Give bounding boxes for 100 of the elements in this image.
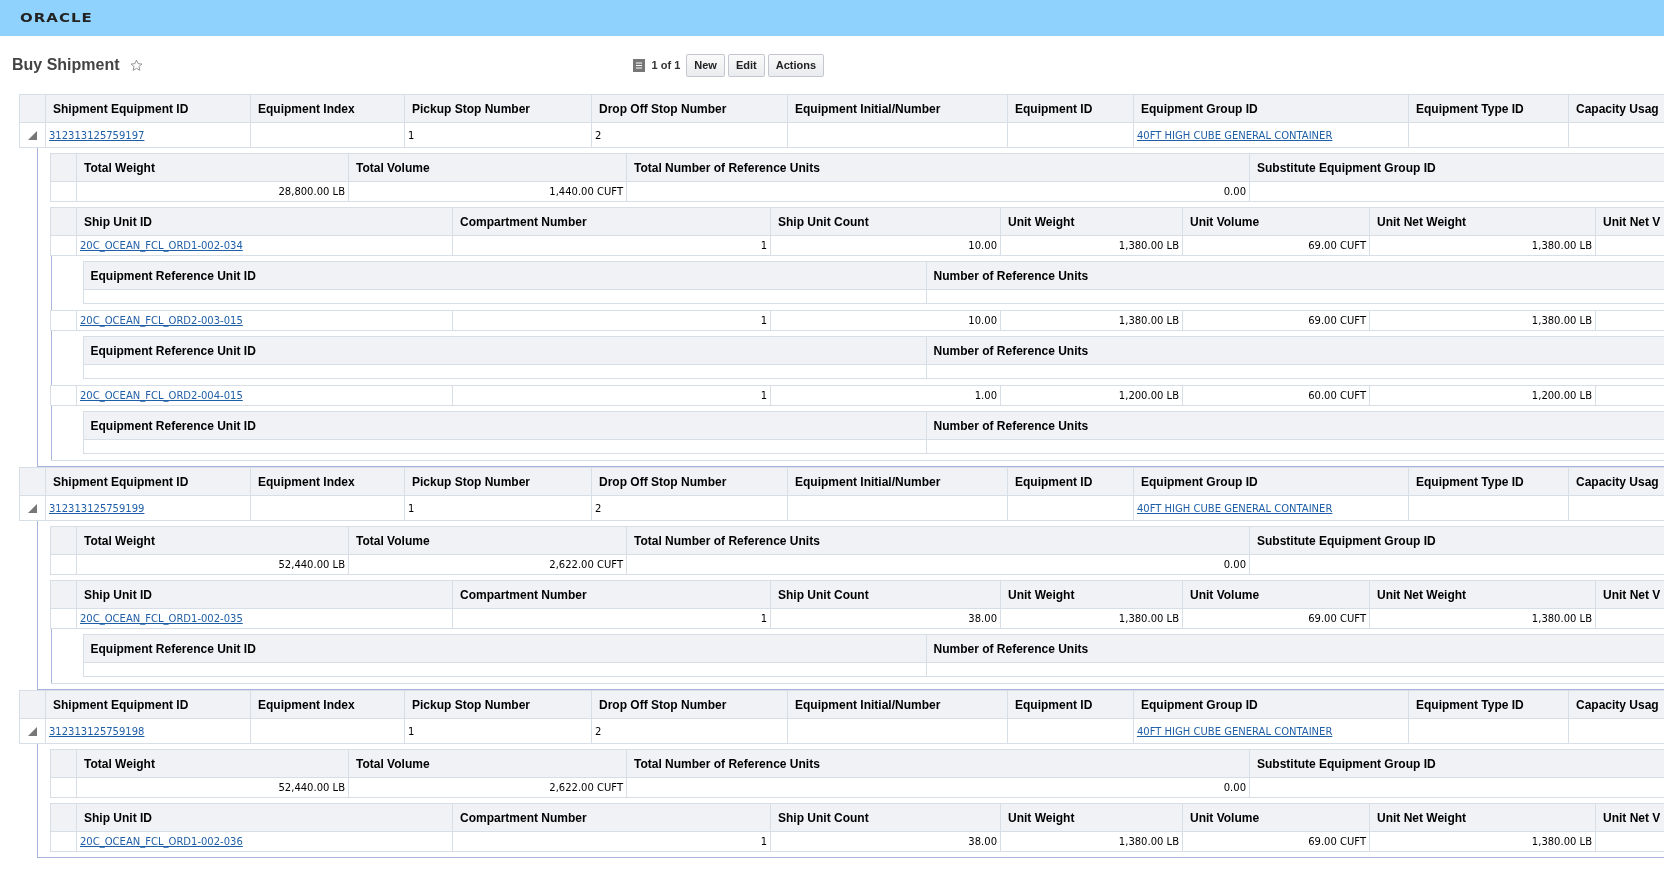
table-cell: 0.00 [1223, 782, 1246, 793]
column-header[interactable]: Total Weight [76, 526, 349, 555]
column-header[interactable]: Equipment ID [1007, 690, 1134, 719]
table-cell: 38.00 [968, 613, 997, 624]
column-header[interactable]: Ship Unit ID [76, 803, 453, 832]
toolbar-button[interactable]: Actions [767, 53, 825, 77]
table-cell: 2 [595, 725, 602, 737]
table-cell: 1,440.00 CUFT [549, 186, 623, 197]
column-header[interactable]: Capacity Usag [1568, 94, 1664, 123]
table-cell: 2,622.00 CUFT [549, 782, 623, 793]
column-header[interactable]: Total Volume [348, 153, 627, 182]
column-header[interactable]: Equipment Type ID [1408, 690, 1569, 719]
column-header[interactable]: Equipment Type ID [1408, 94, 1569, 123]
column-header[interactable]: Unit Net V [1595, 803, 1664, 832]
column-header[interactable]: Capacity Usag [1568, 690, 1664, 719]
column-header[interactable]: Substitute Equipment Group ID [1249, 153, 1664, 182]
column-header[interactable]: Equipment ID [1007, 94, 1134, 123]
column-header[interactable]: Unit Weight [1000, 207, 1183, 236]
table-cell: 69.00 CUFT [1308, 836, 1366, 847]
column-header[interactable]: Equipment Group ID [1133, 467, 1409, 496]
column-header[interactable]: Total Number of Reference Units [626, 526, 1250, 555]
column-header[interactable]: Equipment Initial/Number [787, 690, 1008, 719]
column-header[interactable]: Equipment Type ID [1408, 467, 1569, 496]
column-header[interactable]: Pickup Stop Number [404, 94, 592, 123]
favorite-star-icon[interactable] [129, 58, 143, 72]
column-header[interactable]: Equipment Group ID [1133, 94, 1409, 123]
table-cell: 2,622.00 CUFT [549, 559, 623, 570]
column-header[interactable]: Unit Volume [1182, 803, 1370, 832]
column-header[interactable]: Unit Volume [1182, 580, 1370, 609]
column-header[interactable]: Unit Net Weight [1369, 207, 1596, 236]
column-header[interactable]: Compartment Number [452, 803, 771, 832]
table-cell: 60.00 CUFT [1308, 390, 1366, 401]
column-header[interactable]: Equipment Reference Unit ID [83, 634, 926, 663]
column-header[interactable]: Unit Net V [1595, 207, 1664, 236]
column-header[interactable]: Number of Reference Units [926, 261, 1664, 290]
table-cell: 69.00 CUFT [1308, 240, 1366, 251]
column-header[interactable]: Ship Unit Count [770, 580, 1001, 609]
column-header[interactable]: Shipment Equipment ID [45, 690, 251, 719]
table-cell: 69.00 CUFT [1308, 613, 1366, 624]
column-header[interactable]: Unit Weight [1000, 803, 1183, 832]
column-header[interactable]: Equipment Reference Unit ID [83, 336, 926, 365]
column-header[interactable]: Drop Off Stop Number [591, 94, 788, 123]
column-header[interactable]: Number of Reference Units [926, 336, 1664, 365]
table-cell: 69.00 CUFT [1308, 315, 1366, 326]
column-header[interactable]: Substitute Equipment Group ID [1249, 749, 1664, 778]
table-cell: 38.00 [968, 836, 997, 847]
collapse-triangle-icon[interactable] [28, 503, 37, 513]
table-cell: 1,380.00 LB [1531, 613, 1592, 624]
column-header[interactable]: Capacity Usag [1568, 467, 1664, 496]
column-header[interactable]: Equipment Group ID [1133, 690, 1409, 719]
column-header[interactable]: Unit Net Weight [1369, 803, 1596, 832]
column-header[interactable]: Pickup Stop Number [404, 467, 592, 496]
column-header[interactable]: Unit Net V [1595, 580, 1664, 609]
table-cell: 1 [408, 502, 415, 514]
page-title: Buy Shipment [12, 56, 120, 74]
column-header[interactable]: Compartment Number [452, 580, 771, 609]
table-cell: 1 [408, 725, 415, 737]
column-header[interactable]: Equipment Reference Unit ID [83, 261, 926, 290]
column-header[interactable]: Equipment ID [1007, 467, 1134, 496]
column-header[interactable]: Unit Weight [1000, 580, 1183, 609]
column-header[interactable]: Equipment Reference Unit ID [83, 411, 926, 440]
column-header[interactable]: Ship Unit Count [770, 803, 1001, 832]
collapse-triangle-icon[interactable] [28, 726, 37, 736]
column-header[interactable]: Ship Unit ID [76, 580, 453, 609]
column-header[interactable]: Drop Off Stop Number [591, 467, 788, 496]
table-cell: 1,380.00 LB [1118, 315, 1179, 326]
column-header[interactable]: Shipment Equipment ID [45, 94, 251, 123]
table-cell: 2 [595, 502, 602, 514]
column-header[interactable]: Equipment Initial/Number [787, 467, 1008, 496]
toolbar-button[interactable]: Edit [727, 53, 765, 77]
column-header[interactable]: Shipment Equipment ID [45, 467, 251, 496]
record-count: 1 of 1 [651, 59, 681, 71]
table-cell: 52,440.00 LB [278, 559, 345, 570]
column-header[interactable]: Substitute Equipment Group ID [1249, 526, 1664, 555]
table-cell: 1,380.00 LB [1118, 836, 1179, 847]
column-header[interactable]: Drop Off Stop Number [591, 690, 788, 719]
column-header[interactable]: Equipment Index [250, 467, 405, 496]
column-header[interactable]: Total Number of Reference Units [626, 153, 1250, 182]
column-header[interactable]: Total Weight [76, 153, 349, 182]
column-header[interactable]: Total Number of Reference Units [626, 749, 1250, 778]
column-header[interactable]: Equipment Index [250, 690, 405, 719]
column-header[interactable]: Equipment Index [250, 94, 405, 123]
column-header[interactable]: Total Volume [348, 749, 627, 778]
table-cell: 1 [408, 129, 415, 141]
column-header[interactable]: Ship Unit Count [770, 207, 1001, 236]
column-header[interactable]: Compartment Number [452, 207, 771, 236]
column-header[interactable]: Equipment Initial/Number [787, 94, 1008, 123]
column-header[interactable]: Ship Unit ID [76, 207, 453, 236]
column-header[interactable]: Number of Reference Units [926, 411, 1664, 440]
column-header[interactable]: Total Weight [76, 749, 349, 778]
column-header[interactable]: Unit Net Weight [1369, 580, 1596, 609]
column-header[interactable]: Number of Reference Units [926, 634, 1664, 663]
toolbar-button[interactable]: New [686, 53, 725, 77]
table-cell: 1 [760, 240, 767, 251]
column-header[interactable]: Pickup Stop Number [404, 690, 592, 719]
column-header[interactable]: Unit Volume [1182, 207, 1370, 236]
table-cell: 52,440.00 LB [278, 782, 345, 793]
column-header[interactable]: Total Volume [348, 526, 627, 555]
collapse-triangle-icon[interactable] [28, 130, 37, 140]
table-cell: 1 [760, 390, 767, 401]
